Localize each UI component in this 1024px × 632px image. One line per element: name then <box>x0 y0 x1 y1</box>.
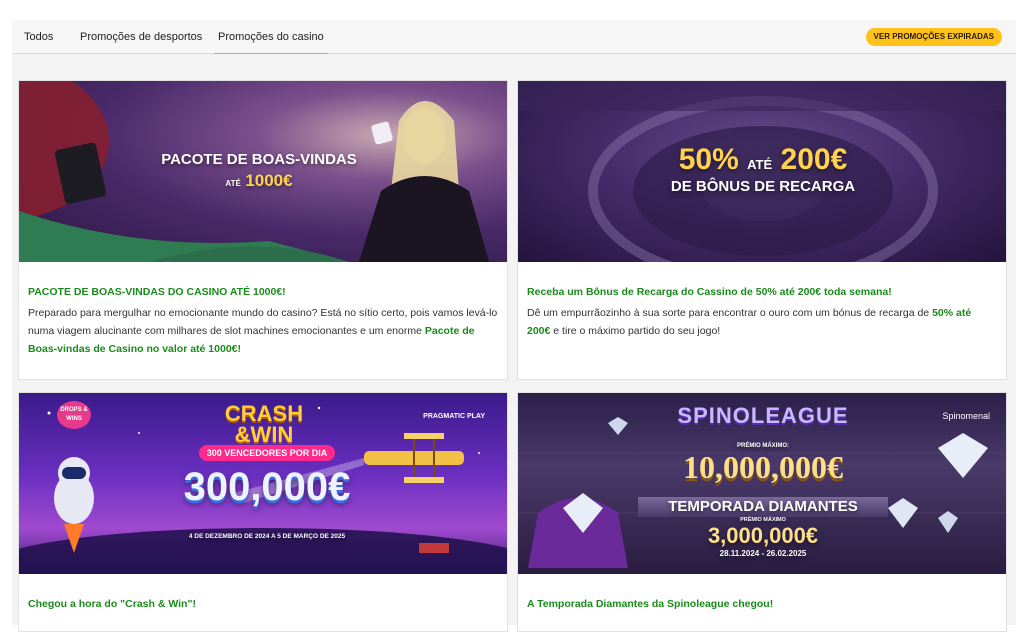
banner-reload-line1: 50% ATÉ 200€ <box>678 143 848 176</box>
promo-banner-reload[interactable]: 50% ATÉ 200€ DE BÔNUS DE RECARGA <box>518 81 1006 262</box>
spinoleague-max-prize: 10,000,000€ <box>683 449 843 485</box>
crash-win-title: CRASH &WIN <box>224 401 304 447</box>
promo-card-welcome-package[interactable]: PACOTE DE BOAS-VINDAS ATÉ 1000€ PACOTE D… <box>18 80 508 380</box>
promo-description-reload: Dê um empurrãozinho à sua sorte para enc… <box>527 307 972 337</box>
promo-title-reload[interactable]: Receba um Bônus de Recarga do Cassino de… <box>527 286 997 298</box>
tab-sports-promotions[interactable]: Promoções de desportos <box>80 20 202 54</box>
banner-reload-line2: DE BÔNUS DE RECARGA <box>670 178 856 195</box>
pragmatic-play-logo: PRAGMATIC PLAY <box>423 413 485 420</box>
tab-casino-promotions[interactable]: Promoções do casino <box>214 20 328 55</box>
promo-banner-crash-win[interactable]: DROPS & WINS PRAGMATIC PLAY CRASH &WIN 3… <box>19 393 507 574</box>
promo-title-spinoleague[interactable]: A Temporada Diamantes da Spinoleague che… <box>527 598 997 610</box>
crash-win-prize: 300,000€ <box>183 465 351 509</box>
promotions-grid: PACOTE DE BOAS-VINDAS ATÉ 1000€ PACOTE D… <box>12 54 1016 632</box>
promo-card-crash-win[interactable]: DROPS & WINS PRAGMATIC PLAY CRASH &WIN 3… <box>18 392 508 632</box>
spinoleague-sub-prize: 3,000,000€ <box>707 523 819 548</box>
drops-and-wins-badge: DROPS & WINS <box>57 401 91 429</box>
promo-banner-welcome[interactable]: PACOTE DE BOAS-VINDAS ATÉ 1000€ <box>19 81 507 262</box>
banner-welcome-line1: PACOTE DE BOAS-VINDAS <box>161 151 357 168</box>
tab-all[interactable]: Todos <box>24 20 53 54</box>
banner-welcome-line2: ATÉ 1000€ <box>225 171 293 190</box>
crash-win-dates: 4 DE DEZEMBRO DE 2024 A 5 DE MARÇO DE 20… <box>188 533 346 540</box>
promotions-tab-bar: Todos Promoções de desportos Promoções d… <box>12 20 1016 55</box>
spinoleague-season: TEMPORADA DIAMANTES <box>638 497 888 517</box>
spinoleague-dates: 28.11.2024 - 26.02.2025 <box>719 549 807 558</box>
spinomenal-logo: Spinomenal <box>942 411 990 421</box>
promo-description-welcome: Preparado para mergulhar no emocionante … <box>28 307 498 355</box>
promo-card-reload-bonus[interactable]: 50% ATÉ 200€ DE BÔNUS DE RECARGA Receba … <box>517 80 1007 380</box>
spinoleague-logo: SPINOLEAGUE <box>677 403 849 428</box>
promo-card-spinoleague[interactable]: SPINOLEAGUE Spinomenal PRÉMIO MÁXIMO: 10… <box>517 392 1007 632</box>
promo-title-welcome[interactable]: PACOTE DE BOAS-VINDAS DO CASINO ATÉ 1000… <box>28 286 498 298</box>
winners-per-day-badge: 300 VENCEDORES POR DIA <box>199 445 335 461</box>
promo-title-crash-win[interactable]: Chegou a hora do "Crash & Win"! <box>28 598 498 610</box>
promo-banner-spinoleague[interactable]: SPINOLEAGUE Spinomenal PRÉMIO MÁXIMO: 10… <box>518 393 1006 574</box>
view-expired-promotions-button[interactable]: VER PROMOÇÕES EXPIRADAS <box>865 28 1002 46</box>
